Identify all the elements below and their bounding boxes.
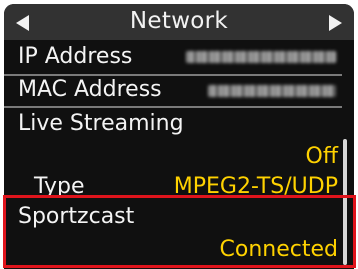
menu-title: Network bbox=[129, 8, 229, 34]
menu-header: Network bbox=[4, 4, 354, 40]
mac-address-value-redacted bbox=[208, 85, 336, 97]
live-streaming-value: Off bbox=[305, 144, 338, 169]
live-streaming-row[interactable]: Live Streaming Off bbox=[4, 108, 342, 172]
mac-address-row[interactable]: MAC Address bbox=[4, 76, 342, 106]
sportzcast-highlight-frame bbox=[3, 195, 356, 268]
ip-address-value-redacted bbox=[186, 51, 336, 63]
live-streaming-label: Live Streaming bbox=[18, 111, 184, 136]
ip-address-label: IP Address bbox=[18, 44, 133, 69]
mac-address-label: MAC Address bbox=[18, 77, 162, 102]
right-arrow-icon[interactable] bbox=[329, 15, 342, 31]
ip-address-row[interactable]: IP Address bbox=[4, 42, 342, 74]
